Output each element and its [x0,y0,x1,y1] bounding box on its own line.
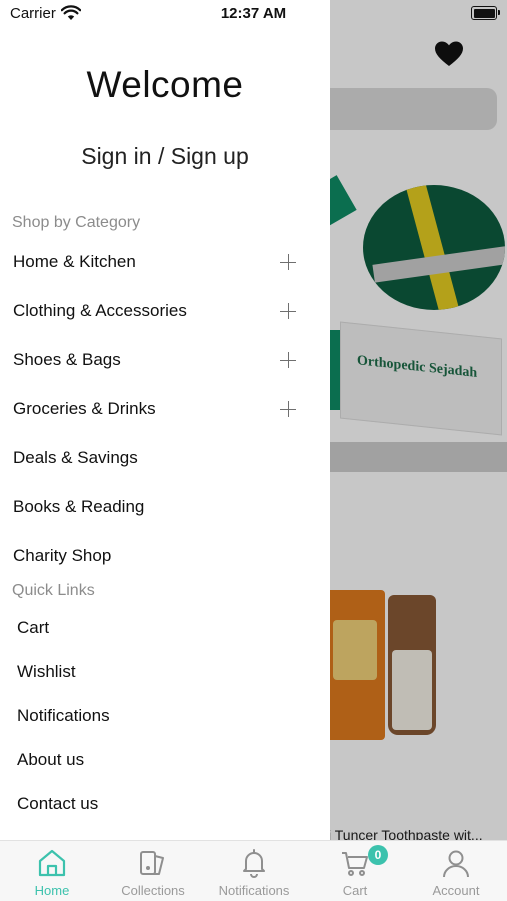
category-books-reading[interactable]: Books & Reading [0,493,320,523]
clock: 12:37 AM [220,5,287,22]
home-icon [38,849,66,877]
side-drawer: Welcome Sign in / Sign up Shop by Catego… [0,0,330,840]
tab-bar: Home Collections Notifications 0 Cart Ac… [0,840,507,901]
tab-cart[interactable]: 0 Cart [305,841,405,901]
cart-badge: 0 [368,845,388,865]
category-label: Deals & Savings [13,448,138,467]
bell-icon [243,849,265,878]
category-label: Books & Reading [13,497,145,516]
tab-account[interactable]: Account [406,841,506,901]
tab-label: Home [34,883,70,898]
quick-links-title: Quick Links [12,582,95,599]
quick-link-notifications[interactable]: Notifications [17,706,110,726]
battery-icon [471,6,500,20]
welcome-title: Welcome [86,64,244,105]
plus-icon[interactable] [280,401,296,417]
background-app: Orthopedic Sejadah i Tuncer Toothpaste w… [330,0,507,840]
quick-link-contact-us[interactable]: Contact us [17,794,98,814]
category-label: Shoes & Bags [13,350,121,369]
category-label: Groceries & Drinks [13,399,156,418]
tab-notifications[interactable]: Notifications [204,841,304,901]
person-icon [443,850,469,878]
category-label: Charity Shop [13,546,112,565]
tab-label: Cart [342,883,368,898]
shop-by-category-title: Shop by Category [12,214,141,231]
category-home-kitchen[interactable]: Home & Kitchen [0,248,320,278]
category-label: Home & Kitchen [13,252,136,271]
tab-label: Collections [121,883,185,898]
category-charity-shop[interactable]: Charity Shop [0,542,320,572]
category-deals-savings[interactable]: Deals & Savings [0,444,320,474]
tab-home[interactable]: Home [2,841,102,901]
cart-icon [342,852,368,876]
plus-icon[interactable] [280,352,296,368]
tab-label: Account [432,883,480,898]
quick-link-cart[interactable]: Cart [17,618,49,638]
category-label: Clothing & Accessories [13,301,187,320]
tab-collections[interactable]: Collections [103,841,203,901]
category-clothing-accessories[interactable]: Clothing & Accessories [0,297,320,327]
dim-overlay[interactable] [330,0,507,840]
quick-link-about-us[interactable]: About us [17,750,84,770]
signin-link[interactable]: Sign in / Sign up [0,143,330,170]
collections-icon [140,851,164,875]
category-shoes-bags[interactable]: Shoes & Bags [0,346,320,376]
category-groceries-drinks[interactable]: Groceries & Drinks [0,395,320,425]
plus-icon[interactable] [280,303,296,319]
status-bar: Carrier 12:37 AM [0,0,507,28]
quick-link-wishlist[interactable]: Wishlist [17,662,76,682]
tab-label: Notifications [218,883,290,898]
plus-icon[interactable] [280,254,296,270]
